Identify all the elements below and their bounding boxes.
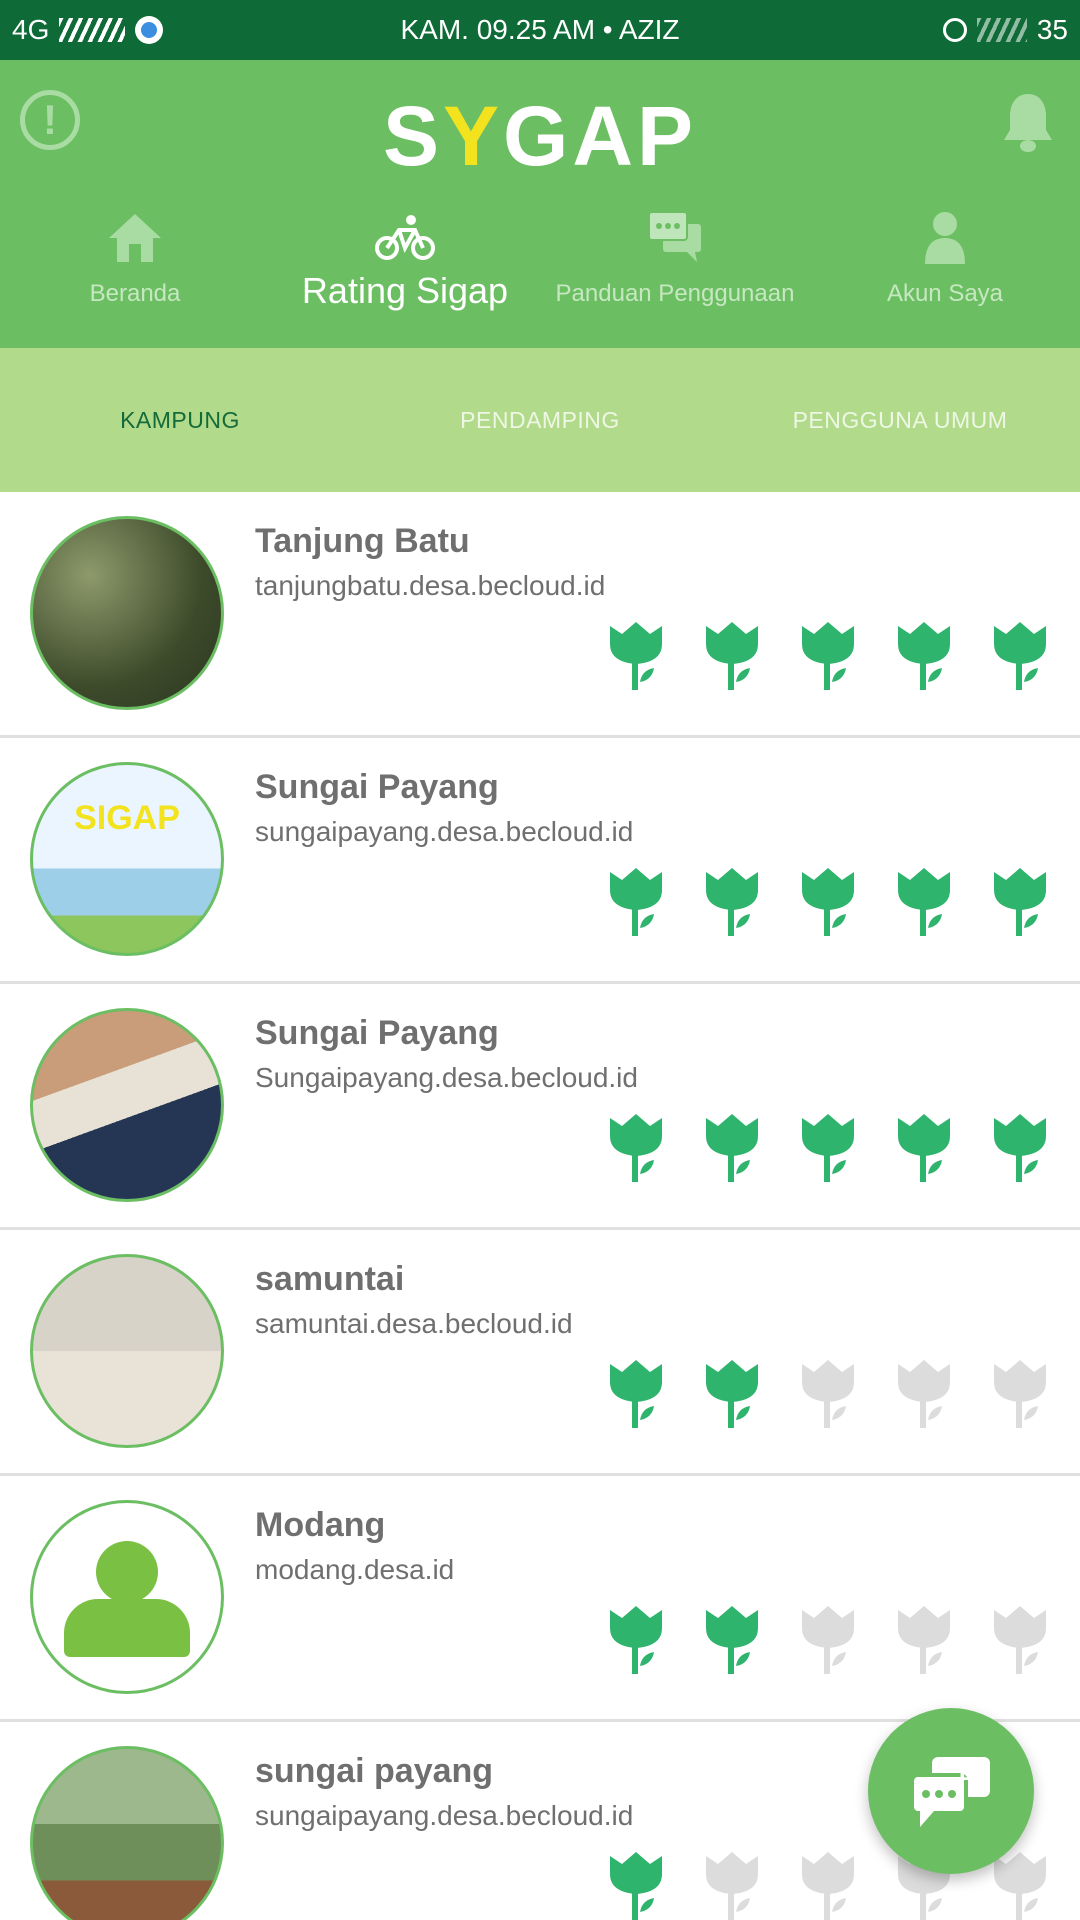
- list-item[interactable]: SIGAP Sungai Payang sungaipayang.desa.be…: [0, 738, 1080, 984]
- item-url: Sungaipayang.desa.becloud.id: [255, 1062, 638, 1093]
- tulip-filled-icon: [802, 622, 854, 690]
- tulip-filled-icon: [610, 868, 662, 936]
- avatar: [30, 1254, 224, 1448]
- tulip-empty-icon: [802, 1852, 854, 1920]
- item-name: Sungai Payang: [255, 1014, 499, 1052]
- status-bar-left: 4G: [12, 14, 164, 46]
- rating-tulips: [602, 862, 1054, 938]
- logo-tree-icon: Y: [442, 89, 504, 183]
- signal-icon: [59, 18, 126, 42]
- tulip-filled-icon: [610, 1360, 662, 1428]
- status-bar: 4G KAM. 09.25 AM • AZIZ 35: [0, 0, 1080, 60]
- rating-list: Tanjung Batu tanjungbatu.desa.becloud.id…: [0, 492, 1080, 1920]
- nav-label-rating-sigap: Rating Sigap: [301, 270, 509, 311]
- tulip-filled-icon: [610, 622, 662, 690]
- tulip-filled-icon: [610, 1852, 662, 1920]
- status-bar-right: 35: [942, 14, 1068, 46]
- main-nav: Beranda Rating Sigap Panduan Penggunaan …: [0, 200, 1080, 348]
- bell-icon[interactable]: [1002, 90, 1054, 154]
- battery-level: 35: [1036, 14, 1068, 45]
- category-tabs: KAMPUNG PENDAMPING PENGGUNA UMUM: [0, 348, 1080, 492]
- rating-tulips: [602, 1600, 1054, 1676]
- tulip-filled-icon: [706, 868, 758, 936]
- rating-tulips: [602, 1354, 1054, 1430]
- tab-pengguna-umum[interactable]: PENGGUNA UMUM: [720, 407, 1080, 434]
- nav-label-panduan: Panduan Penggunaan: [555, 280, 795, 307]
- tulip-empty-icon: [706, 1852, 758, 1920]
- tulip-empty-icon: [802, 1360, 854, 1428]
- avatar-placeholder-icon: [30, 1500, 224, 1694]
- list-item[interactable]: Modang modang.desa.id: [0, 1476, 1080, 1722]
- avatar: [30, 516, 224, 710]
- rating-tulips: [602, 616, 1054, 692]
- nav-label-akun-saya: Akun Saya: [886, 280, 1004, 307]
- item-url: modang.desa.id: [255, 1554, 455, 1585]
- item-url: tanjungbatu.desa.becloud.id: [255, 570, 606, 601]
- item-name: samuntai: [255, 1260, 405, 1298]
- tulip-empty-icon: [802, 1606, 854, 1674]
- nav-item-beranda[interactable]: Beranda: [0, 200, 270, 348]
- tulip-filled-icon: [994, 622, 1046, 690]
- tulip-filled-icon: [898, 622, 950, 690]
- bicycle-icon: [375, 215, 435, 260]
- avatar: SIGAP: [30, 762, 224, 956]
- tulip-filled-icon: [706, 1114, 758, 1182]
- tab-pendamping[interactable]: PENDAMPING: [360, 407, 720, 434]
- tulip-filled-icon: [610, 1114, 662, 1182]
- network-label: 4G: [12, 14, 50, 45]
- app-logo: SYGAP: [0, 88, 1080, 185]
- tulip-filled-icon: [898, 1114, 950, 1182]
- alarm-icon: [942, 18, 967, 42]
- app-header: ! SYGAP Beranda Rating Sigap Panduan Pen…: [0, 60, 1080, 348]
- home-icon: [109, 214, 161, 262]
- avatar-logo: SIGAP: [74, 799, 180, 837]
- item-url: sungaipayang.desa.becloud.id: [255, 816, 634, 847]
- item-name: sungai payang: [255, 1752, 494, 1790]
- rating-tulips: [602, 1108, 1054, 1184]
- chat-badge: 10: [954, 1756, 984, 1786]
- tulip-filled-icon: [706, 1360, 758, 1428]
- item-name: Modang: [255, 1506, 386, 1544]
- tulip-filled-icon: [706, 1606, 758, 1674]
- list-item[interactable]: Tanjung Batu tanjungbatu.desa.becloud.id: [0, 492, 1080, 738]
- tulip-filled-icon: [706, 622, 758, 690]
- item-url: samuntai.desa.becloud.id: [255, 1308, 573, 1339]
- nav-label-beranda: Beranda: [89, 280, 181, 307]
- tulip-filled-icon: [802, 1114, 854, 1182]
- wifi-signal-icon: [976, 18, 1027, 42]
- logo-text: SYGAP: [382, 89, 698, 183]
- tulip-filled-icon: [994, 1114, 1046, 1182]
- nav-item-panduan[interactable]: Panduan Penggunaan: [540, 200, 810, 348]
- person-icon: [925, 212, 965, 264]
- list-item[interactable]: samuntai samuntai.desa.becloud.id: [0, 1230, 1080, 1476]
- tulip-filled-icon: [802, 868, 854, 936]
- chat-fab-button[interactable]: 10: [868, 1708, 1034, 1874]
- list-item[interactable]: Sungai Payang Sungaipayang.desa.becloud.…: [0, 984, 1080, 1230]
- notification-icon: [135, 16, 164, 44]
- item-name: Tanjung Batu: [255, 522, 470, 560]
- chat-bubbles-icon: [648, 211, 701, 262]
- avatar: [30, 1746, 224, 1920]
- avatar: [30, 1008, 224, 1202]
- tulip-filled-icon: [994, 868, 1046, 936]
- tulip-empty-icon: [898, 1360, 950, 1428]
- tulip-empty-icon: [994, 1606, 1046, 1674]
- item-name: Sungai Payang: [255, 768, 499, 806]
- tulip-empty-icon: [898, 1606, 950, 1674]
- nav-item-rating-sigap[interactable]: Rating Sigap: [270, 200, 540, 348]
- tulip-filled-icon: [898, 868, 950, 936]
- nav-item-akun-saya[interactable]: Akun Saya: [810, 200, 1080, 348]
- tulip-empty-icon: [994, 1360, 1046, 1428]
- tulip-filled-icon: [610, 1606, 662, 1674]
- item-url: sungaipayang.desa.becloud.id: [255, 1800, 634, 1831]
- tab-kampung[interactable]: KAMPUNG: [0, 407, 360, 434]
